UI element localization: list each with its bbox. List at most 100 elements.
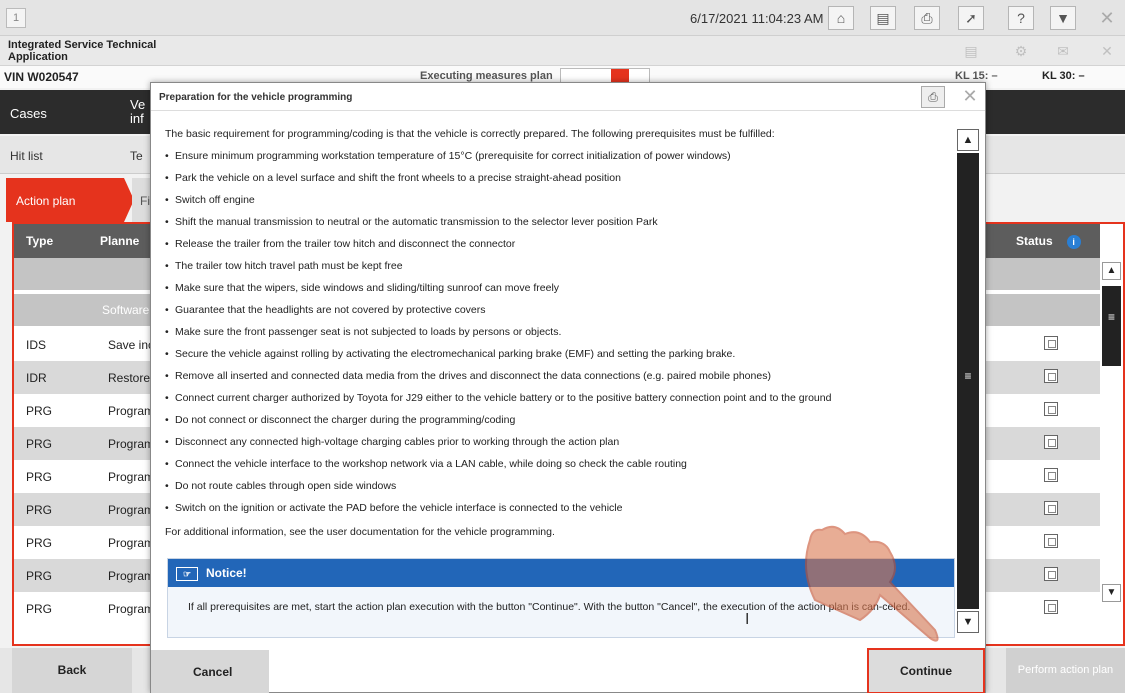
list-item: Do not route cables through open side wi… <box>165 479 955 501</box>
row-type: PRG <box>26 404 53 418</box>
home-icon[interactable]: ⌂ <box>828 6 854 30</box>
gear-icon: ⚙ <box>1014 42 1028 59</box>
status-checkbox[interactable] <box>1044 336 1058 350</box>
prerequisite-list: Ensure minimum programming workstation t… <box>165 149 955 523</box>
status-checkbox[interactable] <box>1044 600 1058 614</box>
list-item: The trailer tow hitch travel path must b… <box>165 259 955 281</box>
list-item: Connect current charger authorized by To… <box>165 391 955 413</box>
executing-plan-label: Executing measures plan <box>420 70 553 82</box>
preparation-dialog: Preparation for the vehicle programming … <box>150 82 986 693</box>
row-plan: Restore <box>108 371 151 385</box>
scroll-down-arrow-icon[interactable]: ▼ <box>1102 584 1121 602</box>
dialog-scroll-down-icon[interactable]: ▼ <box>957 611 979 633</box>
list-item: Secure the vehicle against rolling by ac… <box>165 347 955 369</box>
help-icon[interactable]: ? <box>1008 6 1034 30</box>
status-checkbox[interactable] <box>1044 402 1058 416</box>
list-item: Switch off engine <box>165 193 955 215</box>
list-item: Release the trailer from the trailer tow… <box>165 237 955 259</box>
row-type: PRG <box>26 536 53 550</box>
group-software-label: Software <box>102 303 150 317</box>
vin-label: VIN W020547 <box>4 70 79 84</box>
notice-box: ☞ Notice! If all prerequisites are met, s… <box>167 558 955 638</box>
printer-icon[interactable]: ⎙ <box>914 6 940 30</box>
row-plan: Program <box>108 470 155 484</box>
list-item: Do not connect or disconnect the charger… <box>165 413 955 435</box>
row-type: PRG <box>26 503 53 517</box>
row-plan: Program <box>108 536 155 550</box>
kl30-status: KL 30: – <box>1042 70 1085 82</box>
app-bar: Integrated Service Technical Application… <box>0 36 1125 66</box>
status-checkbox[interactable] <box>1044 435 1058 449</box>
app-close-icon: ✕ <box>1101 42 1113 59</box>
status-checkbox[interactable] <box>1044 369 1058 383</box>
list-item: Remove all inserted and connected data m… <box>165 369 955 391</box>
scroll-thumb[interactable]: ≡ <box>1102 286 1121 366</box>
window-number[interactable]: 1 <box>6 8 26 28</box>
notice-title: Notice! <box>206 566 247 580</box>
list-item: Make sure that the wipers, side windows … <box>165 281 955 303</box>
notice-header: ☞ Notice! <box>168 559 954 587</box>
header-type: Type <box>26 234 54 248</box>
app-title: Integrated Service Technical Application <box>8 39 157 63</box>
notice-body: If all prerequisites are met, start the … <box>188 601 911 613</box>
nav-cases[interactable]: Cases <box>0 90 124 134</box>
close-icon[interactable]: ✕ <box>1094 6 1120 30</box>
row-plan: Save inc <box>108 338 155 352</box>
wrench-icon[interactable]: ➚ <box>958 6 984 30</box>
document-icon: ▤ <box>964 42 978 59</box>
row-plan: Program <box>108 602 155 616</box>
dialog-close-icon[interactable]: ✕ <box>959 85 981 107</box>
row-type: PRG <box>26 569 53 583</box>
datetime-display: 6/17/2021 11:04:23 AM <box>690 11 824 26</box>
row-type: PRG <box>26 602 53 616</box>
dialog-scroll-up-icon[interactable]: ▲ <box>957 129 979 151</box>
header-status: Status i <box>1016 234 1081 249</box>
nav-hit-list[interactable]: Hit list <box>0 136 124 174</box>
scroll-grip-icon: ≡ <box>964 369 972 383</box>
row-type: IDS <box>26 338 47 352</box>
dialog-scroll-thumb[interactable]: ≡ <box>957 153 979 609</box>
row-plan: Program <box>108 404 155 418</box>
card-icon[interactable]: ▤ <box>870 6 896 30</box>
top-bar: 1 6/17/2021 11:04:23 AM ⌂ ▤ ⎙ ➚ ? ▼ ✕ <box>0 0 1125 36</box>
header-planned: Planne <box>100 234 140 248</box>
continue-button[interactable]: Continue <box>867 648 985 693</box>
list-item: Make sure the front passenger seat is no… <box>165 325 955 347</box>
progress-fill <box>611 69 629 83</box>
tab-action-plan[interactable]: Action plan <box>6 178 134 222</box>
minimize-icon[interactable]: ▼ <box>1050 6 1076 30</box>
dialog-outro: For additional information, see the user… <box>165 526 555 538</box>
dialog-scrollbar[interactable]: ▲ ≡ ▼ <box>957 127 979 633</box>
status-checkbox[interactable] <box>1044 468 1058 482</box>
row-type: PRG <box>26 437 53 451</box>
list-item: Park the vehicle on a level surface and … <box>165 171 955 193</box>
back-button[interactable]: Back <box>12 648 132 693</box>
notice-hand-icon: ☞ <box>176 567 198 581</box>
status-checkbox[interactable] <box>1044 567 1058 581</box>
status-checkbox[interactable] <box>1044 534 1058 548</box>
row-plan: Program <box>108 437 155 451</box>
dialog-content: The basic requirement for programming/co… <box>165 127 955 545</box>
row-plan: Program <box>108 569 155 583</box>
list-item: Ensure minimum programming workstation t… <box>165 149 955 171</box>
list-item: Switch on the ignition or activate the P… <box>165 501 955 523</box>
table-scrollbar[interactable]: ▲ ≡ ▼ <box>1100 258 1123 644</box>
cancel-button[interactable]: Cancel <box>151 650 269 693</box>
scroll-up-arrow-icon[interactable]: ▲ <box>1102 262 1121 280</box>
kl15-status: KL 15: – <box>955 70 998 82</box>
row-plan: Program <box>108 503 155 517</box>
list-item: Guarantee that the headlights are not co… <box>165 303 955 325</box>
mail-icon: ✉ <box>1057 42 1069 59</box>
perform-action-plan-button[interactable]: Perform action plan <box>1006 648 1125 693</box>
list-item: Connect the vehicle interface to the wor… <box>165 457 955 479</box>
row-type: IDR <box>26 371 47 385</box>
header-status-label: Status <box>1016 234 1053 248</box>
dialog-print-icon[interactable]: ⎙ <box>921 86 945 108</box>
row-type: PRG <box>26 470 53 484</box>
list-item: Shift the manual transmission to neutral… <box>165 215 955 237</box>
dialog-title: Preparation for the vehicle programming <box>159 92 353 103</box>
list-item: Disconnect any connected high-voltage ch… <box>165 435 955 457</box>
status-checkbox[interactable] <box>1044 501 1058 515</box>
text-cursor-icon: I <box>745 611 750 628</box>
info-icon[interactable]: i <box>1066 235 1081 249</box>
